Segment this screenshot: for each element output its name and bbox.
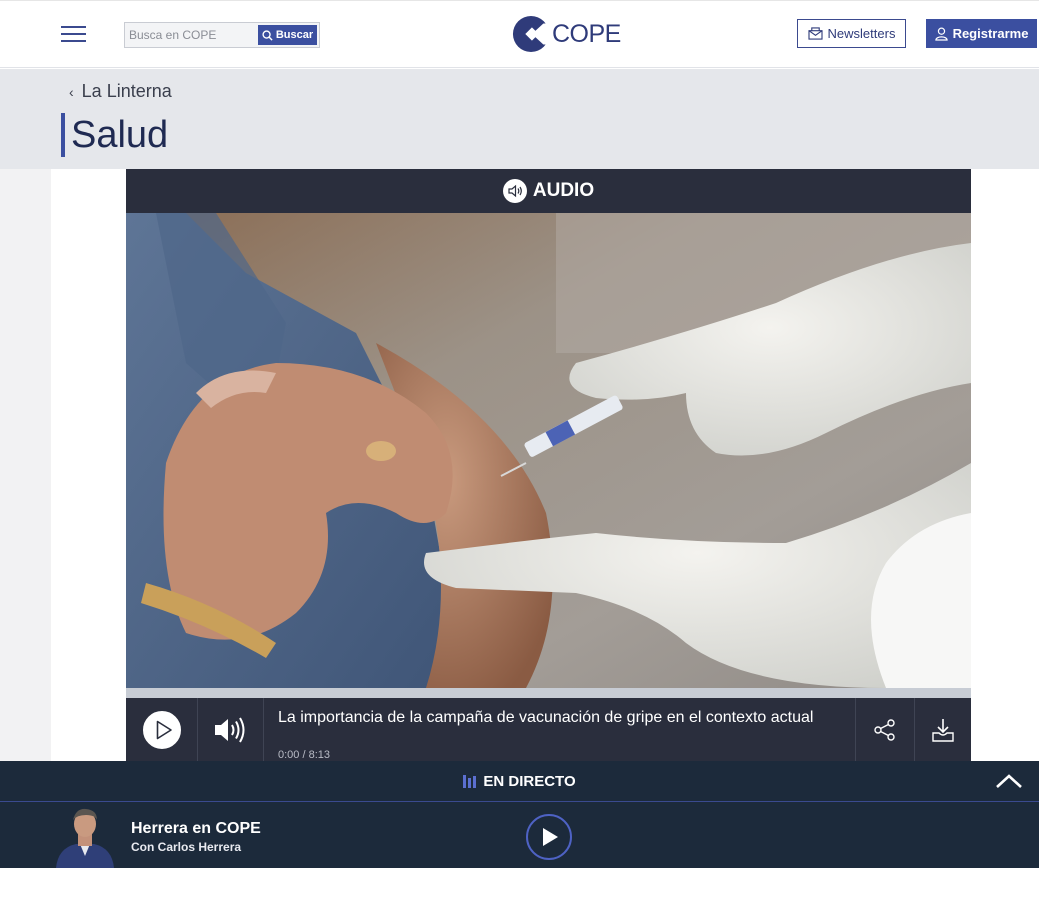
search-box: Buscar	[124, 22, 320, 48]
cope-logo[interactable]: COPE	[512, 14, 621, 54]
show-title: Herrera en COPE	[131, 820, 261, 837]
site-header: Buscar COPE Newsletters Registrarme	[0, 0, 1039, 68]
audio-player: La importancia de la campaña de vacunaci…	[126, 698, 971, 761]
volume-button[interactable]	[198, 698, 264, 761]
play-icon	[141, 709, 182, 750]
audio-header: AUDIO	[126, 169, 971, 213]
share-button[interactable]	[855, 698, 914, 761]
search-button[interactable]: Buscar	[258, 25, 317, 45]
search-icon	[262, 29, 273, 41]
article-image	[126, 213, 971, 688]
newsletters-button[interactable]: Newsletters	[797, 19, 906, 48]
chevron-left-icon: ‹	[69, 83, 74, 100]
vaccination-photo	[126, 213, 971, 688]
share-icon	[874, 718, 895, 741]
envelope-icon	[807, 27, 823, 40]
live-label: EN DIRECTO	[483, 772, 576, 790]
hamburger-icon[interactable]	[61, 26, 86, 42]
register-button[interactable]: Registrarme	[926, 19, 1037, 48]
newsletters-label: Newsletters	[827, 26, 896, 41]
download-icon	[932, 718, 954, 742]
episode-title: La importancia de la campaña de vacunaci…	[278, 709, 814, 726]
live-header[interactable]: EN DIRECTO	[0, 761, 1039, 802]
live-bar: EN DIRECTO Herrera en COPE Con Carlos He…	[0, 761, 1039, 868]
progress-track[interactable]	[126, 688, 971, 698]
breadcrumb-label: La Linterna	[81, 81, 172, 101]
search-button-label: Buscar	[275, 29, 314, 41]
left-gutter	[0, 169, 51, 761]
logo-text: COPE	[552, 19, 621, 48]
search-input[interactable]	[127, 25, 257, 45]
section-bar: ‹ La Linterna Salud	[0, 69, 1039, 169]
volume-icon	[214, 716, 244, 743]
user-icon	[934, 27, 948, 41]
audio-label: AUDIO	[532, 180, 595, 201]
page-title: Salud	[61, 113, 168, 157]
host-avatar	[52, 804, 118, 868]
register-label: Registrarme	[952, 26, 1029, 41]
chevron-up-icon[interactable]	[995, 771, 1023, 791]
breadcrumb[interactable]: ‹ La Linterna	[69, 81, 172, 102]
cope-logo-mark	[512, 15, 550, 53]
speaker-icon	[502, 179, 527, 203]
play-button[interactable]	[126, 698, 198, 761]
episode-time: 0:00 / 8:13	[278, 749, 330, 761]
live-bars-icon	[463, 774, 477, 788]
download-button[interactable]	[914, 698, 971, 761]
play-icon	[543, 828, 558, 846]
show-subtitle: Con Carlos Herrera	[131, 840, 242, 854]
live-play-button[interactable]	[526, 814, 572, 860]
